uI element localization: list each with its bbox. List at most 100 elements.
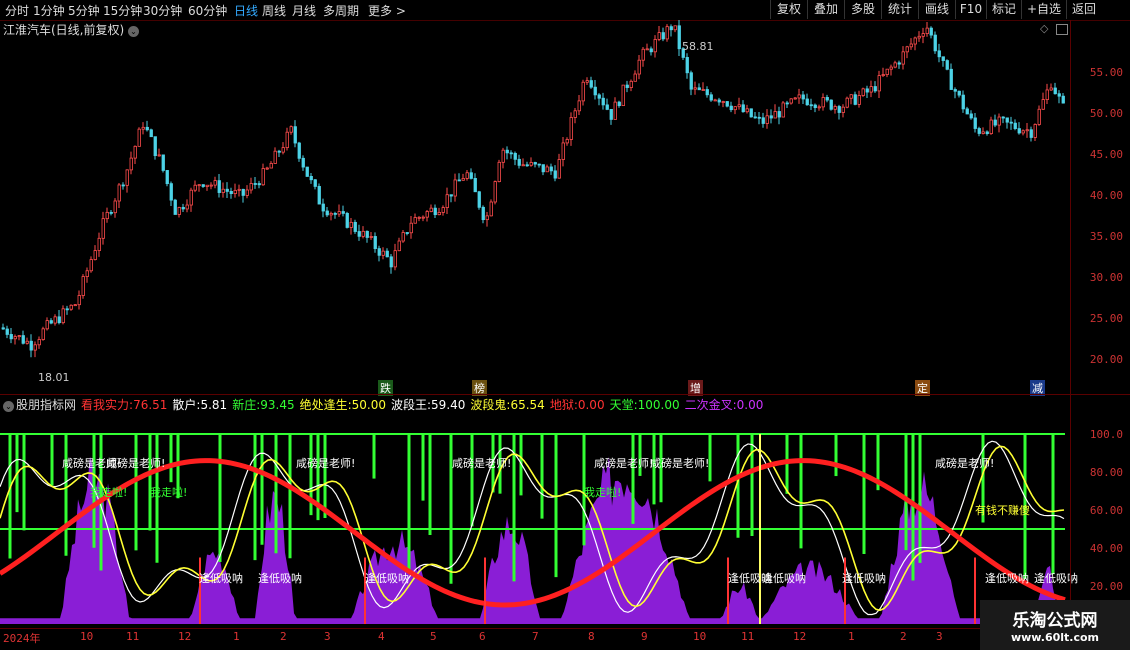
candle — [1033, 123, 1037, 141]
candle — [369, 231, 373, 240]
tab-timeshare[interactable]: 分时 — [5, 2, 29, 19]
x-tick: 3 — [936, 630, 943, 643]
candle — [985, 130, 989, 136]
adjust-button[interactable]: 复权 — [770, 0, 807, 19]
candle — [81, 274, 85, 299]
candle — [473, 173, 477, 193]
draw-line-button[interactable]: 画线 — [918, 0, 955, 19]
candle — [277, 149, 281, 157]
candle — [949, 63, 953, 90]
candle — [141, 122, 145, 135]
candle — [373, 232, 377, 253]
y-tick: 25.00 — [1089, 312, 1123, 325]
tab-multi-period[interactable]: 多周期 — [323, 2, 359, 19]
candle — [233, 183, 237, 198]
buy-low-annotation: 逢低吸呐 — [258, 572, 302, 585]
tab-5min[interactable]: 5分钟 — [68, 2, 100, 19]
candle — [377, 245, 381, 262]
candle — [677, 20, 681, 56]
add-watchlist-button[interactable]: +自选 — [1021, 0, 1066, 19]
f10-button[interactable]: F10 — [955, 0, 986, 19]
candle — [557, 153, 561, 179]
tab-15min[interactable]: 15分钟 — [103, 2, 142, 19]
candle — [1009, 116, 1013, 130]
candle — [197, 184, 201, 192]
indicator-value: 绝处逢生:50.00 — [299, 398, 386, 412]
x-tick: 12 — [178, 630, 192, 643]
candle — [181, 203, 185, 213]
candle — [41, 326, 45, 341]
candle — [505, 146, 509, 160]
candle — [325, 207, 329, 217]
run-annotation: 我走啦! — [150, 486, 188, 499]
y-tick: 50.00 — [1089, 107, 1123, 120]
candle — [429, 204, 433, 213]
tab-weekly[interactable]: 周线 — [262, 2, 286, 19]
candle — [237, 184, 241, 197]
candle — [329, 211, 333, 221]
period-toolbar: 分时 1分钟 5分钟 15分钟 30分钟 60分钟 日线 周线 月线 多周期 更… — [0, 0, 1130, 21]
candle — [257, 180, 261, 189]
back-button[interactable]: 返回 — [1066, 0, 1101, 19]
candle — [733, 106, 737, 115]
teacher-annotation: 咸磅是老师! — [452, 457, 512, 470]
tab-monthly[interactable]: 月线 — [292, 2, 316, 19]
x-axis-line — [0, 628, 1130, 629]
candle — [409, 215, 413, 239]
mark-button[interactable]: 标记 — [986, 0, 1021, 19]
chevron-down-icon[interactable]: ⌄ — [3, 401, 14, 412]
candle — [133, 145, 137, 164]
candle — [581, 79, 585, 106]
candle — [821, 93, 825, 111]
indicator-value: 散户:5.81 — [172, 398, 228, 412]
candle — [333, 211, 337, 219]
stats-button[interactable]: 统计 — [881, 0, 918, 19]
candle — [901, 46, 905, 70]
x-tick: 11 — [741, 630, 755, 643]
candle — [489, 199, 493, 217]
x-tick: 2 — [280, 630, 287, 643]
candle — [561, 137, 565, 167]
candle — [761, 112, 765, 128]
tab-daily[interactable]: 日线 — [234, 2, 258, 19]
candle — [193, 180, 197, 193]
candle — [137, 127, 141, 147]
candle — [885, 68, 889, 78]
x-tick: 2024年 — [3, 632, 41, 645]
candle — [365, 230, 369, 243]
candle — [153, 136, 157, 160]
overlay-button[interactable]: 叠加 — [807, 0, 844, 19]
candle — [157, 148, 161, 157]
buy-low-annotation: 逢低吸呐 — [762, 572, 806, 585]
multi-stock-button[interactable]: 多股 — [844, 0, 881, 19]
candlestick-chart[interactable]: 58.81 18.01 — [0, 20, 1070, 395]
candle — [1045, 83, 1049, 105]
candle — [301, 155, 305, 171]
x-tick: 4 — [378, 630, 385, 643]
candle — [269, 161, 273, 169]
candle — [245, 185, 249, 199]
candle — [813, 103, 817, 113]
candle — [661, 27, 665, 42]
tab-60min[interactable]: 60分钟 — [188, 2, 227, 19]
candle — [73, 304, 77, 307]
candle — [997, 113, 1001, 133]
candle — [437, 207, 441, 216]
tab-30min[interactable]: 30分钟 — [143, 2, 182, 19]
indicator-name[interactable]: 股朋指标网 — [16, 398, 76, 412]
tab-more[interactable]: 更多 > — [368, 2, 406, 19]
candle — [565, 137, 569, 146]
indicator-chart[interactable] — [0, 412, 1070, 627]
candle — [29, 334, 33, 358]
candle — [349, 218, 353, 235]
tab-1min[interactable]: 1分钟 — [33, 2, 65, 19]
candle — [433, 204, 437, 219]
candle — [1057, 90, 1061, 104]
indicator-value: 看我实力:76.51 — [81, 398, 168, 412]
candle — [781, 100, 785, 118]
candle — [925, 22, 929, 37]
candle — [969, 110, 973, 120]
candle — [933, 31, 937, 54]
candle — [469, 168, 473, 180]
candle — [69, 304, 73, 311]
